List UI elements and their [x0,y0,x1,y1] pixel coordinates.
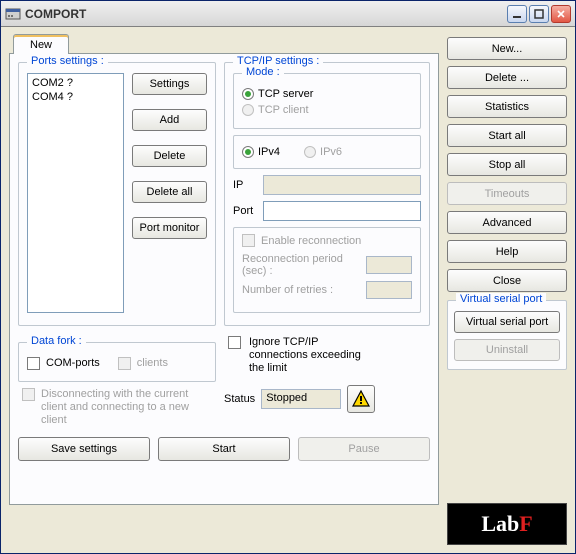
status-value: Stopped [261,389,341,409]
radio-label: IPv6 [320,146,342,158]
client-area: New Ports settings : COM2 ? COM4 ? Se [1,27,575,553]
datafork-legend: Data fork : [27,335,86,347]
checkbox-icon [22,388,35,401]
comports-checkbox[interactable]: COM-ports [27,357,100,370]
window-title: COMPORT [25,7,507,21]
checkbox-icon [27,357,40,370]
status-label: Status [224,393,255,405]
add-button[interactable]: Add [132,109,207,131]
retries-input [366,281,412,299]
mid-right: Ignore TCP/IP connections exceeding the … [224,334,430,427]
disconnect-note: Disconnecting with the current client an… [41,388,216,427]
right-column: New... Delete ... Statistics Start all S… [447,33,567,545]
tab-area: New Ports settings : COM2 ? COM4 ? Se [9,33,439,545]
radio-icon [242,104,254,116]
checkbox-label: clients [137,357,168,369]
bottom-row: Save settings Start Pause [18,437,430,461]
datafork-group: Data fork : COM-ports clients [18,342,216,382]
timeouts-button: Timeouts [447,182,567,205]
logo-text: Lab [481,511,519,537]
ipversion-group: IPv4 IPv6 [233,135,421,169]
app-icon [5,6,21,22]
radio-label: IPv4 [258,146,280,158]
ports-legend: Ports settings : [27,55,108,67]
radio-icon [304,146,316,158]
left-column: New Ports settings : COM2 ? COM4 ? Se [9,33,439,545]
checkbox-label: COM-ports [46,357,100,369]
mid-row: Data fork : COM-ports clients [18,334,430,427]
ignore-label: Ignore TCP/IP connections exceeding the … [249,336,369,375]
close-app-button[interactable]: Close [447,269,567,292]
logo: LabF [447,503,567,545]
radio-tcp-client[interactable]: TCP client [242,104,412,116]
checkbox-label: Enable reconnection [261,235,361,247]
ip-input [263,175,421,195]
ip-label: IP [233,179,257,191]
port-buttons: Settings Add Delete Delete all Port moni… [132,73,207,317]
tcpip-settings-group: TCP/IP settings : Mode : TCP server TCP … [224,62,430,326]
period-label: Reconnection period (sec) : [242,253,360,277]
virtual-serial-port-group: Virtual serial port Virtual serial port … [447,300,567,370]
mode-legend: Mode : [242,66,284,78]
clients-checkbox: clients [118,357,168,370]
tab-page: Ports settings : COM2 ? COM4 ? Settings … [9,53,439,505]
uninstall-button: Uninstall [454,339,560,361]
tab-new[interactable]: New [13,34,69,54]
help-button[interactable]: Help [447,240,567,263]
radio-ipv4[interactable]: IPv4 [242,146,280,158]
tab-strip: New [9,33,439,53]
list-item[interactable]: COM2 ? [32,76,119,90]
advanced-button[interactable]: Advanced [447,211,567,234]
save-settings-button[interactable]: Save settings [18,437,150,461]
disconnect-note-row: Disconnecting with the current client an… [18,386,216,427]
vsp-legend: Virtual serial port [456,293,546,305]
logo-accent: F [519,511,532,537]
delete-config-button[interactable]: Delete ... [447,66,567,89]
minimize-button[interactable] [507,5,527,23]
start-button[interactable]: Start [158,437,290,461]
ports-settings-group: Ports settings : COM2 ? COM4 ? Settings … [18,62,216,326]
window-buttons [507,5,571,23]
port-monitor-button[interactable]: Port monitor [132,217,207,239]
reconnection-group: Enable reconnection Reconnection period … [233,227,421,313]
warning-icon[interactable] [347,385,375,413]
mode-group: Mode : TCP server TCP client [233,73,421,129]
settings-button[interactable]: Settings [132,73,207,95]
ignore-row[interactable]: Ignore TCP/IP connections exceeding the … [224,334,430,375]
radio-label: TCP server [258,88,313,100]
radio-icon [242,88,254,100]
enable-reconnection-checkbox: Enable reconnection [242,234,412,247]
new-button[interactable]: New... [447,37,567,60]
list-item[interactable]: COM4 ? [32,90,119,104]
titlebar: COMPORT [1,1,575,27]
close-button[interactable] [551,5,571,23]
statistics-button[interactable]: Statistics [447,95,567,118]
radio-tcp-server[interactable]: TCP server [242,88,412,100]
checkbox-icon [118,357,131,370]
top-row: Ports settings : COM2 ? COM4 ? Settings … [18,62,430,326]
status-row: Status Stopped [224,385,430,413]
port-label: Port [233,205,257,217]
main-window: COMPORT New Ports settings : C [0,0,576,554]
port-input[interactable] [263,201,421,221]
pause-button: Pause [298,437,430,461]
radio-icon [242,146,254,158]
port-list[interactable]: COM2 ? COM4 ? [27,73,124,313]
maximize-button[interactable] [529,5,549,23]
retries-row: Number of retries : [242,281,412,299]
delete-all-button[interactable]: Delete all [132,181,207,203]
period-input [366,256,412,274]
ip-row: IP [233,175,421,195]
checkbox-icon [228,336,241,349]
delete-button[interactable]: Delete [132,145,207,167]
checkbox-icon [242,234,255,247]
stop-all-button[interactable]: Stop all [447,153,567,176]
start-all-button[interactable]: Start all [447,124,567,147]
port-row: Port [233,201,421,221]
virtual-serial-port-button[interactable]: Virtual serial port [454,311,560,333]
radio-ipv6: IPv6 [304,146,342,158]
radio-label: TCP client [258,104,309,116]
retries-label: Number of retries : [242,284,360,296]
reconnection-period-row: Reconnection period (sec) : [242,253,412,277]
